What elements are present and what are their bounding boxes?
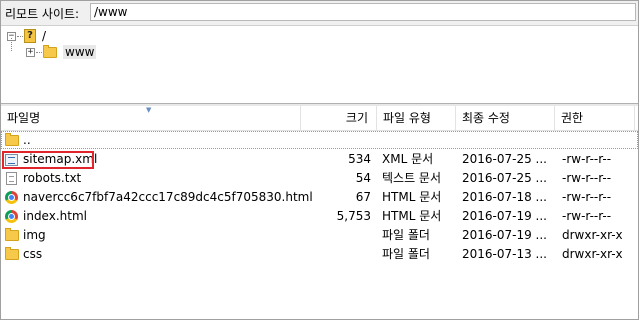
- file-size: 54: [355, 171, 371, 185]
- file-modified: 2016-07-25 ...: [462, 152, 547, 166]
- file-name: ..: [23, 133, 31, 147]
- file-size: 67: [355, 190, 371, 204]
- file-name: navercc6c7fbf7a42ccc17c89dc4c5f705830.ht…: [23, 190, 313, 204]
- remote-site-label: 리모트 사이트:: [5, 7, 80, 21]
- folder-icon: [43, 44, 57, 58]
- column-header-size[interactable]: 크기: [301, 106, 377, 130]
- remote-path-input[interactable]: /www: [90, 3, 636, 21]
- directory-tree: − ? / + www: [2, 26, 638, 103]
- chrome-html-icon: [5, 210, 18, 223]
- file-permissions: -rw-r--r--: [562, 152, 612, 166]
- file-row-parent[interactable]: ..: [1, 131, 638, 150]
- column-header-permissions[interactable]: 권한: [555, 106, 635, 130]
- file-size: 534: [348, 152, 371, 166]
- file-type: 텍스트 문서: [382, 171, 442, 185]
- tree-node-label: www: [63, 45, 97, 59]
- file-size: 5,753: [336, 209, 371, 223]
- file-row[interactable]: css 파일 폴더 2016-07-13 ... drwxr-xr-x: [1, 245, 638, 264]
- file-modified: 2016-07-19 ...: [462, 228, 547, 242]
- file-permissions: drwxr-xr-x: [562, 247, 623, 261]
- remote-site-bar: 리모트 사이트: /www: [1, 1, 638, 26]
- tree-node-root[interactable]: − ? /: [7, 28, 46, 44]
- file-modified: 2016-07-18 ...: [462, 190, 547, 204]
- file-list-header: 파일명 ▼ 크기 파일 유형 최종 수정 권한: [1, 106, 638, 131]
- text-file-icon: [6, 172, 17, 185]
- file-permissions: -rw-r--r--: [562, 209, 612, 223]
- column-header-modified[interactable]: 최종 수정: [456, 106, 555, 130]
- file-row[interactable]: sitemap.xml 534 XML 문서 2016-07-25 ... -r…: [1, 150, 638, 169]
- column-header-type[interactable]: 파일 유형: [377, 106, 456, 130]
- file-type: 파일 폴더: [382, 247, 430, 261]
- file-name: img: [23, 228, 46, 242]
- unknown-folder-icon: ?: [24, 29, 36, 43]
- file-type: 파일 폴더: [382, 228, 430, 242]
- folder-icon: [5, 228, 19, 241]
- file-modified: 2016-07-19 ...: [462, 209, 547, 223]
- file-row[interactable]: navercc6c7fbf7a42ccc17c89dc4c5f705830.ht…: [1, 188, 638, 207]
- file-type: HTML 문서: [382, 190, 442, 204]
- file-type: XML 문서: [382, 152, 434, 166]
- file-permissions: -rw-r--r--: [562, 171, 612, 185]
- chrome-html-icon: [5, 191, 18, 204]
- tree-node-label: /: [42, 29, 47, 43]
- file-name: robots.txt: [23, 171, 82, 185]
- file-permissions: drwxr-xr-x: [562, 228, 623, 242]
- sort-arrow-icon: ▼: [146, 106, 152, 114]
- folder-icon: [5, 247, 19, 260]
- file-row[interactable]: robots.txt 54 텍스트 문서 2016-07-25 ... -rw-…: [1, 169, 638, 188]
- folder-icon: [5, 133, 19, 146]
- file-permissions: -rw-r--r--: [562, 190, 612, 204]
- tree-node-www[interactable]: + www: [26, 44, 97, 60]
- file-name: css: [23, 247, 43, 261]
- file-modified: 2016-07-25 ...: [462, 171, 547, 185]
- remote-site-panel: 리모트 사이트: /www − ? / + www 파일명 ▼ 크기 파일 유형…: [0, 0, 639, 320]
- highlight-box: [2, 151, 94, 169]
- expand-toggle[interactable]: +: [26, 47, 35, 57]
- file-row[interactable]: index.html 5,753 HTML 문서 2016-07-19 ... …: [1, 207, 638, 226]
- file-type: HTML 문서: [382, 209, 442, 223]
- file-modified: 2016-07-13 ...: [462, 247, 547, 261]
- file-name: index.html: [23, 209, 87, 223]
- file-row[interactable]: img 파일 폴더 2016-07-19 ... drwxr-xr-x: [1, 226, 638, 245]
